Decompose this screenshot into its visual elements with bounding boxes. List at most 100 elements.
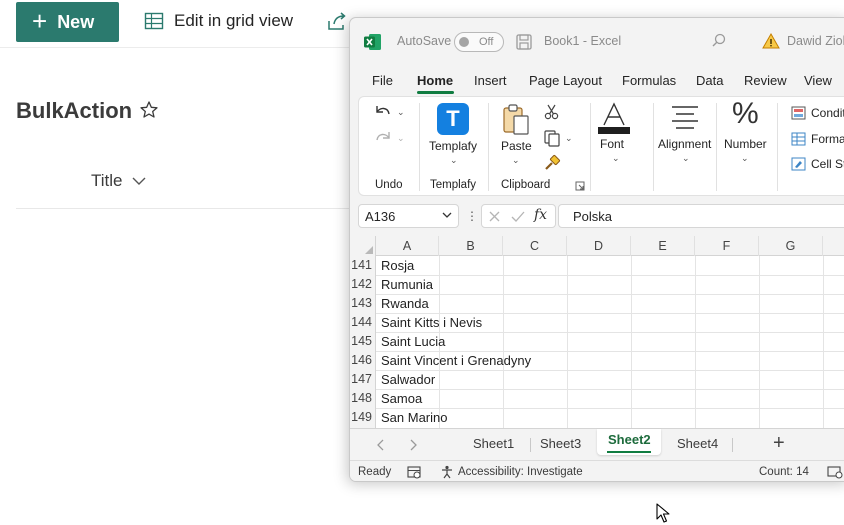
cut-icon[interactable] [543,103,561,121]
paste-dropdown-icon[interactable]: ⌄ [512,155,520,166]
cancel-icon[interactable] [488,210,501,223]
scroll-right-icon[interactable] [408,439,418,451]
cell-a146[interactable]: Saint Vincent i Grenadyny [381,351,531,370]
conditional-formatting-icon[interactable] [791,106,806,120]
styles-group: Conditi Forma Cell Sty [779,97,844,197]
column-header-f[interactable]: F [695,236,759,256]
font-dropdown-icon[interactable]: ⌄ [612,153,620,164]
add-sheet-icon[interactable]: + [773,432,785,455]
cell-styles-label[interactable]: Cell Sty [811,157,844,171]
templafy-group: T Templafy ⌄ Templafy [420,97,488,197]
undo-dropdown-icon[interactable]: ⌄ [397,107,405,118]
tab-insert[interactable]: Insert [474,73,507,88]
font-button-label[interactable]: Font [600,137,624,151]
format-as-table-label[interactable]: Forma [811,132,844,146]
accessibility-status[interactable]: Accessibility: Investigate [458,466,583,478]
number-button-label[interactable]: Number [724,137,767,151]
sheet-tab-sheet2[interactable]: Sheet2 [608,432,651,447]
conditional-formatting-label[interactable]: Conditi [811,106,844,120]
undo-icon[interactable] [373,103,393,121]
alignment-dropdown-icon[interactable]: ⌄ [682,153,690,164]
row-header[interactable]: 141 [350,256,376,275]
copy-dropdown-icon[interactable]: ⌄ [565,133,573,144]
row-header[interactable]: 144 [350,313,376,332]
row-header[interactable]: 142 [350,275,376,294]
redo-icon[interactable] [373,129,393,147]
title-column-header[interactable]: Title [91,171,147,191]
tab-page-layout[interactable]: Page Layout [529,73,602,88]
sheet-tab-sheet3[interactable]: Sheet3 [540,436,581,451]
font-color-icon[interactable] [597,101,631,135]
cell-a143[interactable]: Rwanda [381,294,429,313]
alignment-icon[interactable] [670,103,700,131]
column-header-d[interactable]: D [567,236,631,256]
cell-a149[interactable]: San Marino [381,408,447,427]
save-icon[interactable] [515,33,533,51]
clipboard-launcher-icon[interactable] [575,181,585,191]
more-options-icon[interactable]: ⋮ [466,209,478,223]
cell-a148[interactable]: Samoa [381,389,422,408]
row-header[interactable]: 148 [350,389,376,408]
sheet-tab-sheet1[interactable]: Sheet1 [473,436,514,451]
number-dropdown-icon[interactable]: ⌄ [741,153,749,164]
cell-a141[interactable]: Rosja [381,256,414,275]
column-header-c[interactable]: C [503,236,567,256]
paste-button-label[interactable]: Paste [501,139,532,153]
percent-icon[interactable]: % [732,97,759,131]
column-header-g[interactable]: G [759,236,823,256]
undo-group: ⌄ ⌄ Undo [359,97,419,197]
worksheet-grid[interactable]: A B C D E F G 141 Rosja 142 Rumunia 143 … [350,236,844,428]
favorite-star-icon[interactable] [139,100,159,120]
tab-formulas[interactable]: Formulas [622,73,676,88]
cell-a144[interactable]: Saint Kitts i Nevis [381,313,482,332]
warning-icon[interactable] [762,32,780,50]
templafy-dropdown-icon[interactable]: ⌄ [450,155,458,166]
share-icon[interactable] [326,11,348,33]
formula-value: Polska [573,209,613,224]
display-settings-icon[interactable] [827,466,843,479]
row-header[interactable]: 143 [350,294,376,313]
workbook-statistics-icon[interactable] [407,466,422,479]
gridline [376,275,844,276]
column-header-a[interactable]: A [376,236,439,256]
formula-input[interactable]: Polska [558,204,844,228]
copy-icon[interactable] [543,129,561,147]
edit-in-grid-view-button[interactable]: Edit in grid view [144,11,293,31]
ribbon: ⌄ ⌄ Undo T Templafy ⌄ Templafy Paste ⌄ ⌄… [358,96,844,196]
select-all-triangle [365,246,373,254]
row-header[interactable]: 149 [350,408,376,428]
column-header-b[interactable]: B [439,236,503,256]
tab-home[interactable]: Home [417,73,453,88]
redo-dropdown-icon[interactable]: ⌄ [397,133,405,144]
sheet-tab-sheet4[interactable]: Sheet4 [677,436,718,451]
format-as-table-icon[interactable] [791,132,806,146]
row-header[interactable]: 146 [350,351,376,370]
tab-review[interactable]: Review [744,73,787,88]
new-button[interactable]: + New [16,2,119,42]
alignment-button-label[interactable]: Alignment [658,137,711,151]
cell-styles-icon[interactable] [791,157,806,171]
row-header[interactable]: 147 [350,370,376,389]
search-icon[interactable] [710,32,728,50]
cell-a147[interactable]: Salwador [381,370,435,389]
autosave-toggle[interactable]: Off [454,32,504,52]
tab-view[interactable]: View [804,73,832,88]
templafy-icon[interactable]: T [437,103,469,135]
active-sheet-indicator [607,451,651,453]
tab-data[interactable]: Data [696,73,723,88]
row-header[interactable]: 145 [350,332,376,351]
select-all-corner[interactable] [350,236,376,256]
tab-file[interactable]: File [372,73,393,88]
paste-icon[interactable] [501,103,531,137]
templafy-button-label[interactable]: Templafy [429,139,477,153]
format-painter-icon[interactable] [543,154,561,172]
cell-a142[interactable]: Rumunia [381,275,433,294]
scroll-left-icon[interactable] [376,439,386,451]
accessibility-icon[interactable] [440,465,454,479]
name-box[interactable]: A136 [358,204,459,228]
enter-check-icon[interactable] [511,210,525,223]
cell-a145[interactable]: Saint Lucia [381,332,445,351]
column-header-e[interactable]: E [631,236,695,256]
insert-function-icon[interactable]: fx [534,207,547,223]
user-name[interactable]: Dawid Ziol [787,34,844,48]
